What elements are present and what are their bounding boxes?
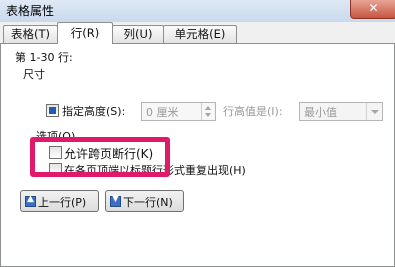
height-spinner[interactable]: 0 厘米 [141,102,216,121]
next-row-button[interactable]: ▼ 下一行(N) [105,190,184,212]
spin-up-icon[interactable] [205,106,211,110]
rows-range-label: 第 1-30 行: [15,51,73,64]
down-arrow-icon: ▼ [110,194,121,207]
spinner-buttons[interactable] [201,103,215,120]
row-height-mode-value: 最小值 [304,106,337,119]
row-height-mode-select[interactable]: 最小值 [299,102,383,121]
previous-row-button[interactable]: ▲ 上一行(P) [20,190,99,212]
tab-strip: 表格(T) 行(R) 列(U) 单元格(E) [0,22,395,44]
close-button[interactable]: ✕ [350,0,395,19]
specify-height-label: 指定高度(S): [62,105,126,118]
specify-height-checkbox[interactable] [46,104,59,117]
size-section-label: 尺寸 [23,68,45,81]
tab-row[interactable]: 行(R) [57,22,113,44]
spin-down-icon[interactable] [205,113,211,117]
previous-row-label: 上一行(P) [38,196,87,209]
row-height-is-label: 行高值是(I): [223,105,283,118]
highlight-box [30,137,170,177]
tab-cell[interactable]: 单元格(E) [163,25,237,43]
up-arrow-icon: ▲ [25,194,36,207]
tab-column[interactable]: 列(U) [112,25,164,43]
chevron-down-icon [371,110,379,114]
title-bar: 表格属性 ✕ [0,0,395,23]
row-tab-panel: 第 1-30 行: 尺寸 指定高度(S): 0 厘米 行高值是(I): 最小值 … [0,43,395,267]
close-icon: ✕ [368,1,379,15]
tab-table[interactable]: 表格(T) [3,25,58,43]
height-value: 0 厘米 [146,106,179,119]
next-row-label: 下一行(N) [123,196,173,209]
window-title: 表格属性 [6,4,55,18]
select-dropdown-button[interactable] [366,103,382,120]
dialog-body: 表格(T) 行(R) 列(U) 单元格(E) 第 1-30 行: 尺寸 指定高度… [0,22,395,267]
